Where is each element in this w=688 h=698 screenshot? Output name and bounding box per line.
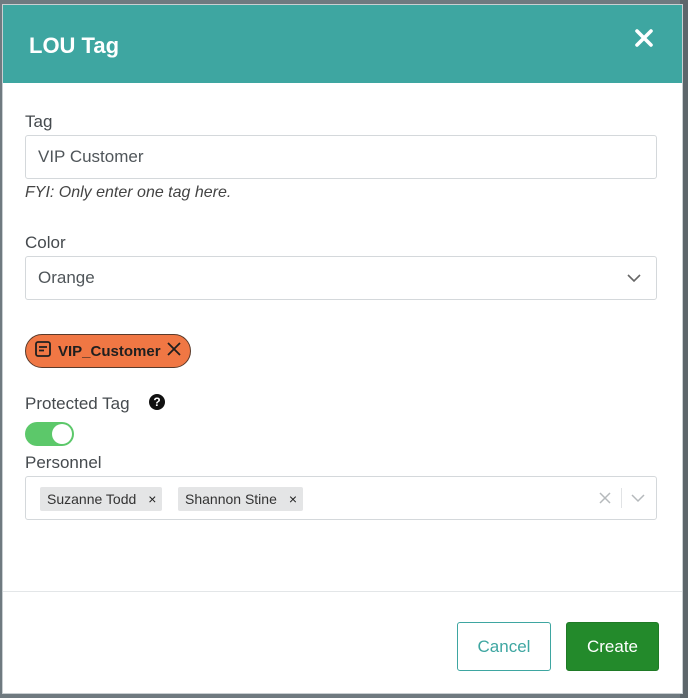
note-icon	[34, 340, 52, 362]
chevron-down-icon[interactable]	[630, 490, 646, 511]
personnel-chip-label: Shannon Stine	[185, 491, 277, 507]
dialog-title: LOU Tag	[29, 33, 120, 58]
tag-hint: FYI: Only enter one tag here.	[25, 184, 232, 201]
remove-tag-icon[interactable]	[166, 342, 181, 360]
tag-preview-label: VIP_Customer	[58, 342, 161, 360]
dialog-header: LOU Tag	[3, 5, 682, 83]
personnel-label: Personnel	[25, 453, 102, 472]
select-divider	[621, 488, 622, 508]
protected-tag-toggle[interactable]	[25, 422, 74, 446]
close-icon[interactable]	[632, 26, 656, 50]
personnel-chip: Suzanne Todd ×	[40, 487, 163, 511]
tag-label: Tag	[25, 112, 53, 131]
toggle-knob	[52, 424, 72, 444]
footer-divider	[3, 591, 682, 592]
personnel-select[interactable]: Suzanne Todd × Shannon Stine ×	[25, 476, 657, 520]
personnel-chip: Shannon Stine ×	[178, 487, 304, 511]
color-select[interactable]: Orange	[25, 256, 657, 300]
help-icon[interactable]: ?	[149, 394, 165, 410]
remove-chip-icon[interactable]: ×	[289, 491, 297, 507]
cancel-button[interactable]: Cancel	[457, 622, 551, 671]
chevron-down-icon	[626, 270, 642, 291]
protected-tag-label: Protected Tag	[25, 394, 130, 413]
create-button[interactable]: Create	[566, 622, 659, 671]
tag-preview-pill: VIP_Customer	[25, 334, 191, 368]
tag-input[interactable]: VIP Customer	[25, 135, 657, 179]
lou-tag-dialog: LOU Tag Tag VIP Customer FYI: Only enter…	[2, 4, 683, 694]
color-select-value: Orange	[38, 268, 95, 287]
color-label: Color	[25, 233, 66, 252]
tag-input-value: VIP Customer	[38, 147, 144, 166]
remove-chip-icon[interactable]: ×	[148, 491, 156, 507]
personnel-chip-label: Suzanne Todd	[47, 491, 137, 507]
clear-all-icon[interactable]	[598, 490, 612, 510]
